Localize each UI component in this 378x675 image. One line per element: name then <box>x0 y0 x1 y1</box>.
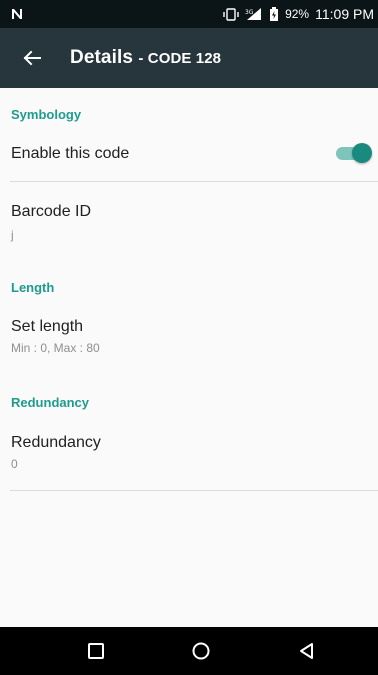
battery-charging-icon <box>269 7 279 21</box>
redundancy-value: 0 <box>11 457 18 471</box>
barcode-id-value: j <box>11 228 14 242</box>
page-title-code: - CODE 128 <box>138 50 222 67</box>
status-bar: 3G 92% 11:09 PM <box>0 0 378 28</box>
redundancy-title: Redundancy <box>11 434 101 451</box>
home-circle-icon[interactable] <box>189 639 213 663</box>
back-arrow-icon[interactable] <box>20 46 44 70</box>
status-right: 3G 92% 11:09 PM <box>223 6 374 22</box>
navigation-bar <box>0 627 378 675</box>
vibrate-icon <box>223 7 239 21</box>
clock: 11:09 PM <box>315 6 374 22</box>
svg-text:3G: 3G <box>245 9 254 16</box>
page-title: Details - CODE 128 <box>70 47 221 69</box>
divider <box>10 181 378 182</box>
enable-code-toggle[interactable] <box>336 143 372 163</box>
category-redundancy: Redundancy <box>11 395 90 410</box>
back-triangle-icon[interactable] <box>295 639 319 663</box>
divider <box>10 490 378 491</box>
set-length-value: Min : 0, Max : 80 <box>11 341 100 355</box>
nfc-icon <box>10 7 24 21</box>
status-left <box>10 7 24 21</box>
toolbar: Details - CODE 128 <box>0 28 378 88</box>
barcode-id-title: Barcode ID <box>11 203 92 220</box>
category-symbology: Symbology <box>11 107 82 122</box>
category-length: Length <box>11 280 55 295</box>
set-length-title: Set length <box>11 318 84 335</box>
page-title-main: Details <box>70 47 134 68</box>
toggle-thumb <box>352 143 372 163</box>
enable-code-label: Enable this code <box>11 145 130 162</box>
recent-apps-square-icon[interactable] <box>84 639 108 663</box>
battery-percent: 92% <box>285 7 310 21</box>
signal-3g-icon: 3G <box>245 7 263 21</box>
